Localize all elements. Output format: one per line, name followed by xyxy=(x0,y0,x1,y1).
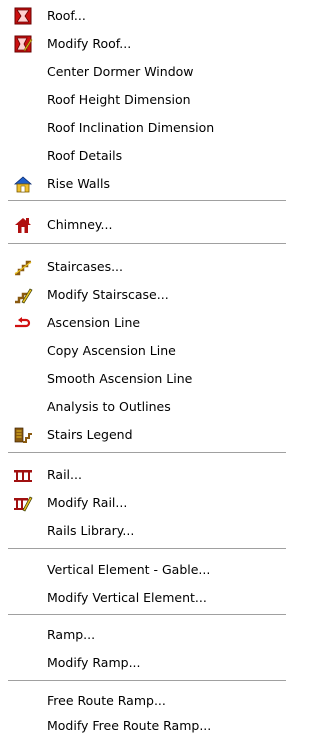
menu-item-modify-staircase[interactable]: Modify Stairscase... xyxy=(0,281,287,309)
menu-item-label: Modify Roof... xyxy=(47,36,132,51)
menu-item-label: Chimney... xyxy=(47,217,113,232)
menu-item-label: Modify Ramp... xyxy=(47,655,141,670)
menu-item-roof[interactable]: Roof... xyxy=(0,2,287,30)
menu-item-label: Analysis to Outlines xyxy=(47,399,171,414)
menu-item-free-route-ramp[interactable]: Free Route Ramp... xyxy=(0,687,287,715)
menu-item-label: Free Route Ramp... xyxy=(47,693,166,708)
menu-item-label: Vertical Element - Gable... xyxy=(47,562,211,577)
menu-item-ascension-line[interactable]: Ascension Line xyxy=(0,309,287,337)
menu-item-label: Rails Library... xyxy=(47,523,135,538)
menu-item-rail[interactable]: Rail... xyxy=(0,461,287,489)
menu-item-label: Modify Vertical Element... xyxy=(47,590,207,605)
menu-item-roof-inclination-dimension[interactable]: Roof Inclination Dimension xyxy=(0,114,287,142)
menu-item-rails-library[interactable]: Rails Library... xyxy=(0,517,287,545)
modify-roof-icon xyxy=(13,35,33,53)
staircase-icon xyxy=(13,258,33,276)
menu-item-label: Modify Free Route Ramp... xyxy=(47,718,212,733)
modify-rail-icon xyxy=(13,494,33,512)
menu-item-modify-rail[interactable]: Modify Rail... xyxy=(0,489,287,517)
menu-item-analysis-to-outlines[interactable]: Analysis to Outlines xyxy=(0,393,287,421)
chimney-icon xyxy=(13,216,33,234)
menu-item-smooth-ascension-line[interactable]: Smooth Ascension Line xyxy=(0,365,287,393)
stairs-legend-icon xyxy=(13,426,33,444)
menu-item-staircases[interactable]: Staircases... xyxy=(0,253,287,281)
menu-item-modify-roof[interactable]: Modify Roof... xyxy=(0,30,287,58)
menu-item-label: Modify Rail... xyxy=(47,495,128,510)
menu-item-label: Roof... xyxy=(47,8,86,23)
menu-item-rise-walls[interactable]: Rise Walls xyxy=(0,170,287,198)
rise-walls-icon xyxy=(13,175,33,193)
menu-separator xyxy=(8,548,286,550)
menu-item-label: Stairs Legend xyxy=(47,427,133,442)
menu-separator xyxy=(8,243,286,245)
menu-item-label: Ramp... xyxy=(47,627,96,642)
menu-item-label: Smooth Ascension Line xyxy=(47,371,193,386)
menu-item-copy-ascension-line[interactable]: Copy Ascension Line xyxy=(0,337,287,365)
menu-item-vertical-element-gable[interactable]: Vertical Element - Gable... xyxy=(0,556,287,584)
ascension-line-icon xyxy=(13,314,33,332)
menu-item-modify-vertical-element[interactable]: Modify Vertical Element... xyxy=(0,584,287,612)
menu-item-roof-details[interactable]: Roof Details xyxy=(0,142,287,170)
menu-item-label: Rise Walls xyxy=(47,176,111,191)
menu-item-roof-height-dimension[interactable]: Roof Height Dimension xyxy=(0,86,287,114)
modify-staircase-icon xyxy=(13,286,33,304)
menu-item-center-dormer-window[interactable]: Center Dormer Window xyxy=(0,58,287,86)
menu-item-modify-free-route-ramp[interactable]: Modify Free Route Ramp... xyxy=(0,712,287,740)
menu-separator xyxy=(8,200,286,202)
menu-item-label: Rail... xyxy=(47,467,82,482)
menu-item-label: Roof Height Dimension xyxy=(47,92,191,107)
menu-item-label: Roof Inclination Dimension xyxy=(47,120,215,135)
menu-item-ramp[interactable]: Ramp... xyxy=(0,621,287,649)
roof-icon xyxy=(13,7,33,25)
menu-item-label: Staircases... xyxy=(47,259,124,274)
context-menu: Roof... Modify Roof... Center Dormer Win… xyxy=(0,0,287,740)
menu-item-label: Center Dormer Window xyxy=(47,64,194,79)
menu-item-label: Ascension Line xyxy=(47,315,141,330)
menu-separator xyxy=(8,452,286,454)
menu-separator xyxy=(8,614,286,616)
menu-item-label: Modify Stairscase... xyxy=(47,287,169,302)
menu-separator xyxy=(8,680,286,682)
menu-item-label: Copy Ascension Line xyxy=(47,343,176,358)
menu-item-label: Roof Details xyxy=(47,148,123,163)
menu-item-modify-ramp[interactable]: Modify Ramp... xyxy=(0,649,287,677)
menu-item-chimney[interactable]: Chimney... xyxy=(0,211,287,239)
rail-icon xyxy=(13,466,33,484)
menu-item-stairs-legend[interactable]: Stairs Legend xyxy=(0,421,287,449)
